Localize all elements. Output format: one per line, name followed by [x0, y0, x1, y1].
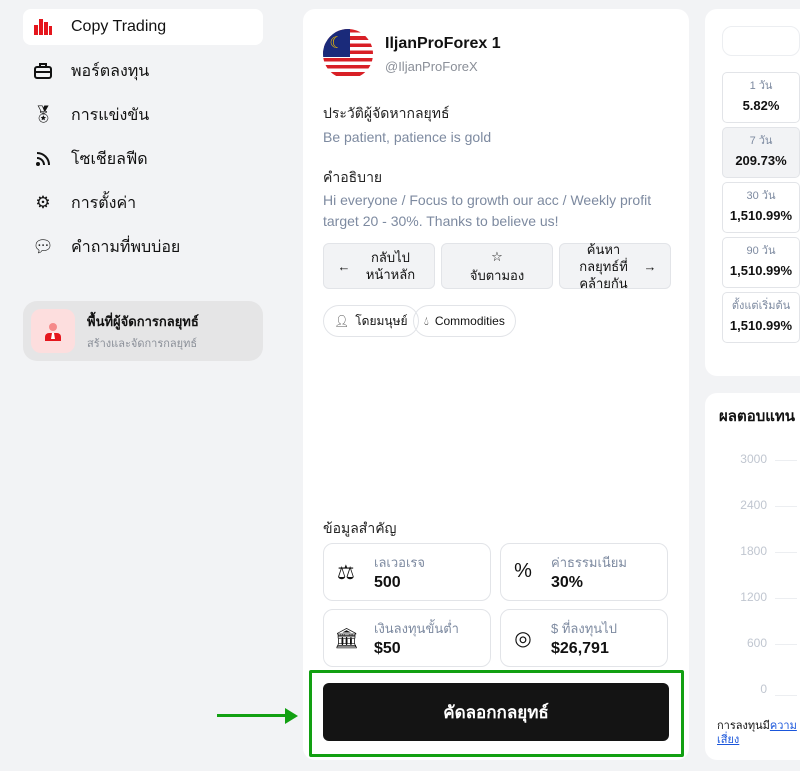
person-icon: 👤︎ [334, 314, 350, 328]
stat-leverage: ⚖ เลเวอเรจ 500 [323, 543, 491, 601]
rss-icon [27, 151, 59, 167]
segment-control[interactable] [722, 26, 800, 56]
tag-commodities[interactable]: 💧︎ Commodities [413, 305, 516, 337]
risk-disclaimer: การลงทุนมีความเสี่ยง [717, 720, 797, 746]
key-info-label: ข้อมูลสำคัญ [323, 520, 397, 536]
star-icon: ☆ [491, 249, 503, 264]
description-label: คำอธิบาย [323, 169, 383, 185]
stat-invested: ◎ $ ที่ลงทุนไป $26,791 [500, 609, 668, 667]
strategy-name: IljanProForex 1 [385, 35, 501, 52]
period-1d[interactable]: 1 วัน 5.82% [722, 72, 800, 123]
y-tick: 600 [746, 636, 767, 650]
sidebar-item-label: การตั้งค่า [71, 194, 137, 212]
sidebar-item-social-feed[interactable]: โซเชียลฟีด [23, 141, 263, 177]
period-30d[interactable]: 30 วัน 1,510.99% [722, 182, 800, 233]
strategy-handle: @IljanProForeX [385, 59, 478, 74]
sidebar-item-label: Copy Trading [71, 18, 167, 35]
y-tick: 3000 [740, 452, 767, 466]
arrow-left-icon: ← [337, 258, 351, 274]
manager-subtitle: สร้างและจัดการกลยุทธ์ [87, 337, 198, 350]
sidebar-item-label: คำถามที่พบบ่อย [71, 238, 181, 256]
drop-icon: 💧︎ [424, 313, 429, 328]
sidebar-item-copy-trading[interactable]: Copy Trading [23, 9, 263, 45]
y-tick: 0 [760, 682, 767, 696]
arrow-right-icon: → [643, 258, 657, 274]
period-returns-card: 1 วัน 5.82% 7 วัน 209.73% 30 วัน 1,510.99% … [705, 9, 800, 376]
gear-icon: ⚙ [35, 193, 51, 212]
history-text: Be patient, patience is gold [323, 129, 492, 145]
gridline [775, 644, 797, 645]
sidebar-item-label: พอร์ตลงทุน [71, 62, 150, 80]
y-tick: 1200 [740, 590, 767, 604]
y-tick: 2400 [740, 498, 767, 512]
returns-chart-card: ผลตอบแทน 3000 2400 1800 1200 600 0 การลง… [705, 393, 800, 760]
history-label: ประวัติผู้จัดหากลยุทธ์ [323, 105, 450, 121]
sidebar-item-settings[interactable]: ⚙ การตั้งค่า [23, 185, 263, 221]
gridline [775, 460, 797, 461]
find-similar-button[interactable]: ค้นหา กลยุทธ์ที่ คล้ายกัน → [559, 242, 671, 291]
chat-question-icon: 💬︎ [32, 237, 54, 256]
period-90d[interactable]: 90 วัน 1,510.99% [722, 237, 800, 288]
manager-avatar-icon [31, 309, 75, 353]
gridline [775, 552, 797, 553]
returns-title: ผลตอบแทน [719, 408, 796, 425]
sidebar-item-portfolio[interactable]: พอร์ตลงทุน [23, 53, 263, 89]
stat-fee: % ค่าธรรมเนียม 30% [500, 543, 668, 601]
bank-icon: 🏛︎ [334, 628, 360, 650]
annotation-arrow [217, 714, 287, 717]
strategy-manager-area[interactable]: พื้นที่ผู้จัดการกลยุทธ์สร้างและจัดการกลย… [23, 301, 263, 361]
description-text: Hi everyone / Focus to growth our acc / … [323, 192, 652, 229]
sidebar-item-faq[interactable]: 💬︎ คำถามที่พบบ่อย [23, 229, 263, 265]
target-icon: ◎ [514, 628, 532, 650]
gridline [775, 506, 797, 507]
back-button[interactable]: ← กลับไป หน้าหลัก [323, 243, 435, 289]
sidebar-item-label: การแข่งขัน [71, 106, 150, 124]
percent-icon: % [514, 560, 532, 582]
gridline [775, 695, 797, 696]
gridline [775, 598, 797, 599]
bar-chart-icon [27, 19, 59, 35]
period-all[interactable]: ตั้งแต่เริ่มต้น 1,510.99% [722, 292, 800, 343]
tag-human[interactable]: 👤︎ โดยมนุษย์ [323, 305, 419, 337]
malaysia-flag-avatar: ☾ [323, 29, 373, 79]
stat-min-investment: 🏛︎ เงินลงทุนขั้นต่ำ $50 [323, 609, 491, 667]
sidebar-item-competition[interactable]: 🏅︎ การแข่งขัน [23, 97, 263, 133]
briefcase-icon [27, 63, 59, 79]
scale-icon: ⚖ [337, 562, 355, 584]
watch-button[interactable]: ☆ จับตามอง [441, 243, 553, 289]
copy-strategy-button[interactable]: คัดลอกกลยุทธ์ [323, 683, 669, 741]
period-7d[interactable]: 7 วัน 209.73% [722, 127, 800, 178]
y-tick: 1800 [740, 544, 767, 558]
annotation-arrowhead [285, 708, 298, 724]
strategy-detail-card: ☾ IljanProForex 1 @IljanProForeX ประวัติ… [303, 9, 689, 760]
award-icon: 🏅︎ [32, 105, 54, 124]
manager-title: พื้นที่ผู้จัดการกลยุทธ์ [87, 313, 199, 329]
sidebar-item-label: โซเชียลฟีด [71, 150, 148, 168]
